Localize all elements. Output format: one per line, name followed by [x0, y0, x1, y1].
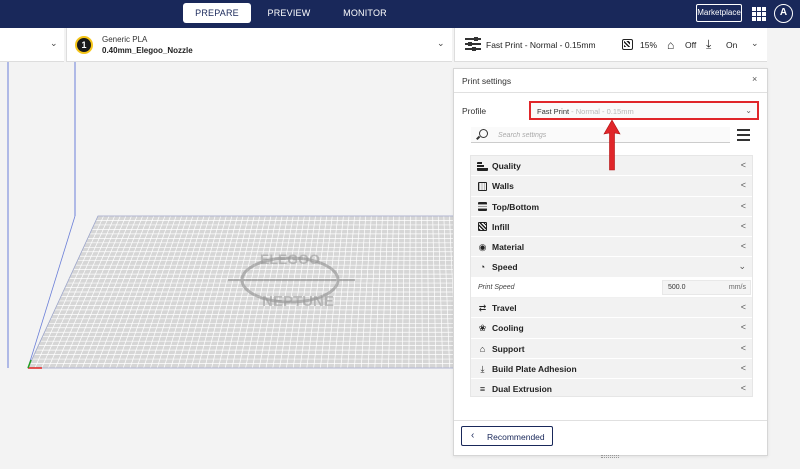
chevron-left-icon: <	[740, 383, 746, 394]
profile-dropdown[interactable]: Fast Print - Normal - 0.15mm ⌄	[529, 101, 759, 120]
category-label: Material	[492, 242, 525, 253]
nozzle-name: 0.40mm_Elegoo_Nozzle	[102, 46, 193, 55]
category-support[interactable]: ⌂ Support <	[471, 338, 752, 359]
adhesion-icon: ⤓	[480, 363, 485, 374]
category-label: Infill	[492, 221, 510, 232]
travel-icon: ⇄	[478, 303, 487, 314]
speed-icon: ◔	[479, 262, 486, 273]
plate-logo-text-top: ELEGOO	[260, 251, 320, 267]
chevron-left-icon: ‹	[471, 430, 475, 441]
plate-logo-text-bottom: NEPTUNE	[262, 293, 334, 310]
close-icon[interactable]: ×	[752, 74, 757, 84]
material-icon: ◉	[478, 242, 487, 253]
profile-label: Profile	[462, 106, 487, 116]
settings-category-list: Quality < Walls < Top/Bottom < Infill < …	[470, 155, 753, 397]
stage-tabs: PREPARE PREVIEW MONITOR	[183, 3, 403, 23]
extruder-badge-icon: 1	[75, 36, 93, 54]
chevron-left-icon: <	[740, 180, 746, 191]
quality-icon	[477, 161, 488, 171]
profile-dropdown-value: Fast Print - Normal - 0.15mm	[537, 107, 634, 116]
chevron-left-icon: <	[740, 322, 746, 333]
adhesion-value: On	[726, 40, 738, 50]
category-cooling[interactable]: ❀ Cooling <	[471, 318, 752, 339]
printer-selector[interactable]: ⌄	[0, 28, 64, 62]
category-label: Quality	[492, 161, 521, 171]
category-build-plate-adhesion[interactable]: ⤓ Build Plate Adhesion <	[471, 358, 752, 380]
infill-icon	[477, 222, 488, 232]
recommended-button[interactable]: ‹ Recommended	[461, 426, 553, 446]
category-label: Dual Extrusion	[492, 384, 552, 395]
category-label: Cooling	[492, 323, 524, 334]
print-speed-value: 500.0	[668, 283, 686, 291]
chevron-left-icon: <	[740, 241, 746, 252]
settings-menu-icon[interactable]	[737, 129, 750, 141]
category-label: Speed	[492, 262, 518, 273]
panel-resize-grip-icon[interactable]	[601, 455, 619, 458]
tab-preview[interactable]: PREVIEW	[251, 3, 327, 23]
dual-extrusion-icon: ≡	[479, 384, 486, 395]
print-speed-label: Print Speed	[478, 283, 515, 291]
category-speed[interactable]: ◔ Speed ⌄	[471, 257, 752, 278]
infill-value: 15%	[640, 40, 658, 50]
setting-print-speed: Print Speed 500.0 mm/s	[471, 277, 752, 299]
category-walls[interactable]: Walls <	[471, 176, 752, 197]
category-label: Support	[492, 343, 525, 354]
category-label: Walls	[492, 181, 514, 192]
apps-grid-icon[interactable]	[752, 7, 766, 21]
print-speed-field[interactable]: 500.0 mm/s	[662, 279, 751, 295]
account-icon[interactable]: A	[774, 4, 793, 23]
cooling-icon: ❀	[478, 323, 487, 334]
chevron-down-icon: ⌄	[751, 38, 759, 48]
chevron-left-icon: <	[740, 342, 746, 353]
print-speed-unit: mm/s	[728, 283, 746, 291]
category-label: Top/Bottom	[492, 201, 540, 212]
walls-icon	[477, 181, 488, 191]
top-bottom-icon	[477, 202, 488, 212]
adhesion-icon: ⤓	[706, 37, 712, 51]
material-selector[interactable]: 1 Generic PLA 0.40mm_Elegoo_Nozzle ⌄	[66, 28, 452, 62]
tab-monitor[interactable]: MONITOR	[327, 3, 403, 23]
category-infill[interactable]: Infill <	[471, 216, 752, 238]
tab-prepare[interactable]: PREPARE	[183, 3, 251, 23]
chevron-left-icon: <	[740, 160, 746, 170]
chevron-down-icon: ⌄	[437, 38, 445, 48]
chevron-left-icon: <	[740, 302, 746, 313]
chevron-down-icon: ⌄	[50, 38, 58, 48]
category-top-bottom[interactable]: Top/Bottom <	[471, 196, 752, 217]
chevron-down-icon: ⌄	[738, 261, 746, 272]
divider	[454, 420, 767, 421]
search-icon	[479, 129, 488, 138]
chevron-left-icon: <	[740, 362, 746, 373]
marketplace-button[interactable]: Marketplace	[696, 4, 742, 22]
category-label: Travel	[492, 303, 517, 314]
chevron-down-icon: ⌄	[745, 106, 752, 115]
sliders-icon	[465, 37, 481, 52]
material-name: Generic PLA	[102, 35, 148, 44]
chevron-left-icon: <	[740, 200, 746, 211]
category-dual-extrusion[interactable]: ≡ Dual Extrusion <	[471, 379, 752, 396]
print-settings-toggle[interactable]: Fast Print - Normal - 0.15mm 15% ⌂ Off ⤓…	[454, 28, 767, 62]
category-label: Build Plate Adhesion	[492, 363, 577, 374]
panel-title: Print settings	[462, 76, 512, 86]
support-icon: ⌂	[667, 38, 675, 52]
top-bar: PREPARE PREVIEW MONITOR Marketplace A	[0, 0, 800, 28]
category-travel[interactable]: ⇄ Travel <	[471, 298, 752, 319]
chevron-left-icon: <	[740, 220, 746, 231]
profile-summary: Fast Print - Normal - 0.15mm	[486, 40, 596, 50]
recommended-label: Recommended	[487, 432, 545, 442]
support-value: Off	[685, 40, 697, 50]
infill-icon	[622, 39, 633, 50]
support-icon: ⌂	[479, 343, 486, 354]
divider	[454, 92, 767, 93]
category-material[interactable]: ◉ Material <	[471, 237, 752, 258]
machine-header: ⌄ 1 Generic PLA 0.40mm_Elegoo_Nozzle ⌄ F…	[0, 28, 800, 62]
annotation-arrow-icon	[603, 119, 621, 171]
